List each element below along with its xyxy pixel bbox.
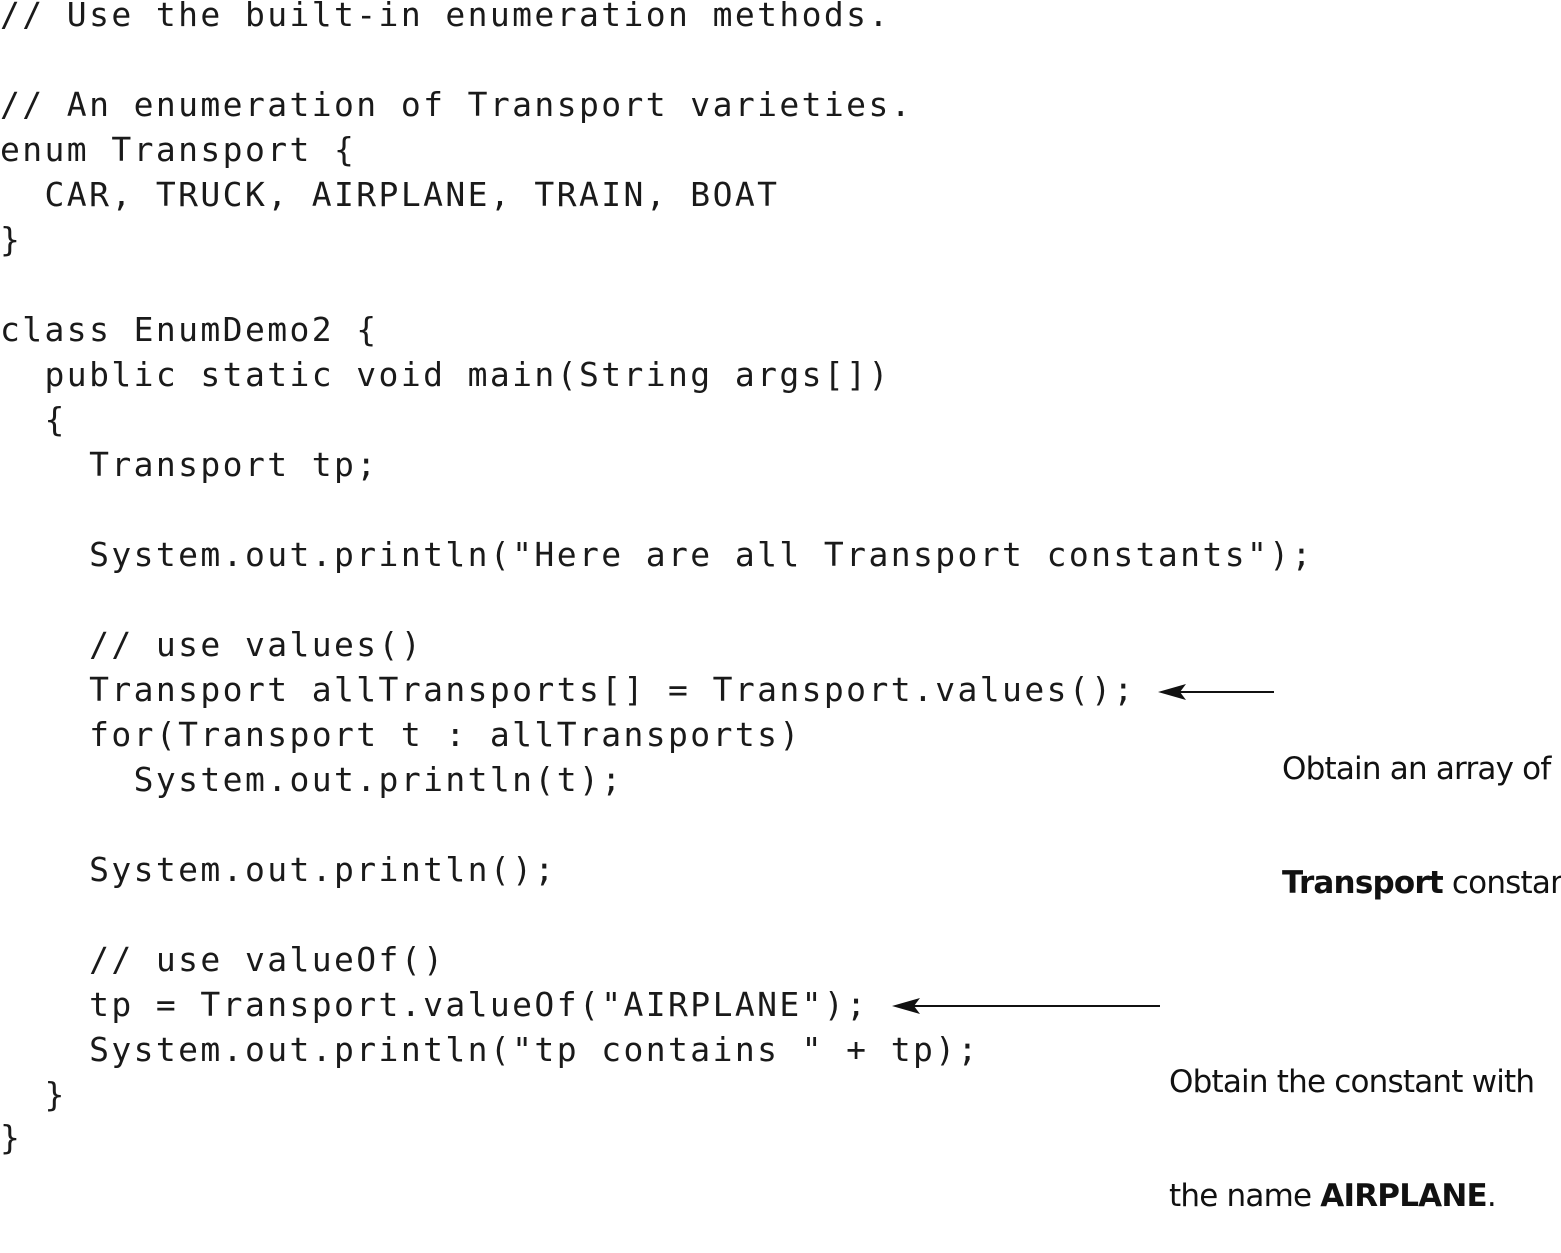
code-line-24: System.out.println("tp contains " + tp); <box>0 1030 980 1069</box>
valueof-callout-line1: Obtain the constant with <box>1169 1064 1535 1100</box>
values-callout-rest: constants. <box>1451 865 1561 901</box>
code-line-10: { <box>0 400 67 439</box>
code-line-26: } <box>0 1118 23 1157</box>
code-line-17: for(Transport t : allTransports) <box>0 715 802 754</box>
code-line-11: Transport tp; <box>0 445 379 484</box>
values-callout-bold: Transport <box>1282 865 1444 901</box>
code-line-9: public static void main(String args[]) <box>0 355 891 394</box>
code-line-5: CAR, TRUCK, AIRPLANE, TRAIN, BOAT <box>0 175 780 214</box>
valueof-callout-arrow <box>892 998 1160 1014</box>
code-line-3: // An enumeration of Transport varieties… <box>0 85 913 124</box>
valueof-callout-bold: AIRPLANE <box>1320 1178 1487 1214</box>
valueof-callout-line2: the name AIRPLANE. <box>1169 1177 1534 1215</box>
code-line-13: System.out.println("Here are all Transpo… <box>0 535 1314 574</box>
code-line-18: System.out.println(t); <box>0 760 624 799</box>
valueof-callout-note: Obtain the constant with the name AIRPLA… <box>1169 987 1535 1253</box>
code-line-22: // use valueOf() <box>0 940 446 979</box>
valueof-callout-post: . <box>1486 1178 1497 1214</box>
code-line-6: } <box>0 220 23 259</box>
code-line-4: enum Transport { <box>0 130 357 169</box>
code-line-16: Transport allTransports[] = Transport.va… <box>0 670 1136 709</box>
code-line-23: tp = Transport.valueOf("AIRPLANE"); <box>0 985 869 1024</box>
valueof-callout-pre: the name <box>1169 1178 1321 1214</box>
code-line-25: } <box>0 1075 67 1114</box>
values-callout-arrow <box>1158 684 1274 700</box>
values-callout-line1: Obtain an array of <box>1282 751 1551 787</box>
values-callout-line2: Transport constants. <box>1282 864 1561 902</box>
code-line-1: // Use the built-in enumeration methods. <box>0 0 891 34</box>
code-line-8: class EnumDemo2 { <box>0 310 379 349</box>
code-line-20: System.out.println(); <box>0 850 557 889</box>
values-callout-note: Obtain an array of Transport constants. <box>1282 674 1561 940</box>
code-line-15: // use values() <box>0 625 424 664</box>
code-listing: // Use the built-in enumeration methods.… <box>0 0 1561 1160</box>
